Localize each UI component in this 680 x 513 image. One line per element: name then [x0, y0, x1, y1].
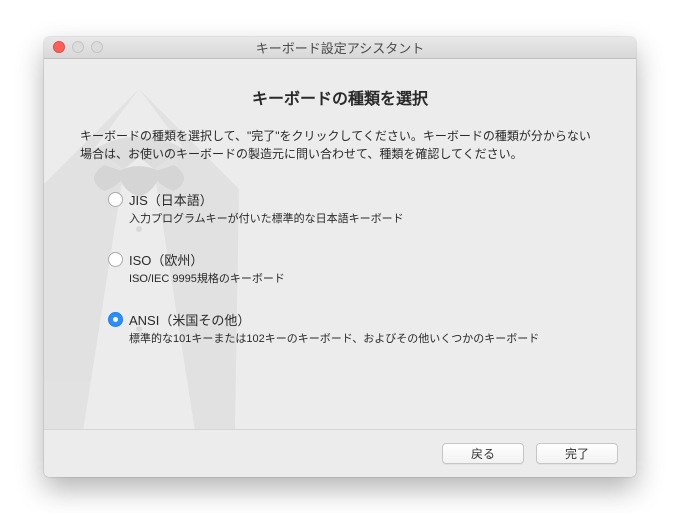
option-ansi-desc: 標準的な101キーまたは102キーのキーボード、およびその他いくつかのキーボード	[129, 332, 596, 348]
keyboard-type-options: JIS（日本語） 入力プログラムキーが付いた標準的な日本語キーボード ISO（欧…	[80, 190, 600, 348]
option-iso: ISO（欧州） ISO/IEC 9995規格のキーボード	[108, 250, 596, 288]
option-iso-desc: ISO/IEC 9995規格のキーボード	[129, 272, 596, 288]
done-button[interactable]: 完了	[536, 443, 618, 464]
window-controls	[44, 41, 103, 53]
radio-jis[interactable]	[108, 192, 123, 207]
page-heading: キーボードの種類を選択	[80, 85, 600, 109]
option-ansi-label[interactable]: ANSI（米国その他）	[129, 310, 250, 329]
radio-iso[interactable]	[108, 252, 123, 267]
option-jis-desc: 入力プログラムキーが付いた標準的な日本語キーボード	[129, 212, 596, 228]
intro-text: キーボードの種類を選択して、"完了"をクリックしてください。キーボードの種類が分…	[80, 127, 600, 164]
back-button[interactable]: 戻る	[442, 443, 524, 464]
option-ansi: ANSI（米国その他） 標準的な101キーまたは102キーのキーボード、およびそ…	[108, 310, 596, 348]
minimize-icon	[72, 41, 84, 53]
window-title: キーボード設定アシスタント	[44, 38, 636, 57]
titlebar: キーボード設定アシスタント	[44, 37, 636, 59]
option-jis-label[interactable]: JIS（日本語）	[129, 190, 213, 209]
zoom-icon	[91, 41, 103, 53]
option-iso-label[interactable]: ISO（欧州）	[129, 250, 203, 269]
assistant-window: キーボード設定アシスタント キーボードの種類を選択 キーボードの種類を選択して、…	[44, 37, 636, 477]
body: キーボードの種類を選択 キーボードの種類を選択して、"完了"をクリックしてくださ…	[44, 59, 636, 477]
option-jis: JIS（日本語） 入力プログラムキーが付いた標準的な日本語キーボード	[108, 190, 596, 228]
footer: 戻る 完了	[44, 429, 636, 477]
radio-ansi[interactable]	[108, 312, 123, 327]
close-icon[interactable]	[53, 41, 65, 53]
content-area: キーボードの種類を選択 キーボードの種類を選択して、"完了"をクリックしてくださ…	[44, 59, 636, 429]
